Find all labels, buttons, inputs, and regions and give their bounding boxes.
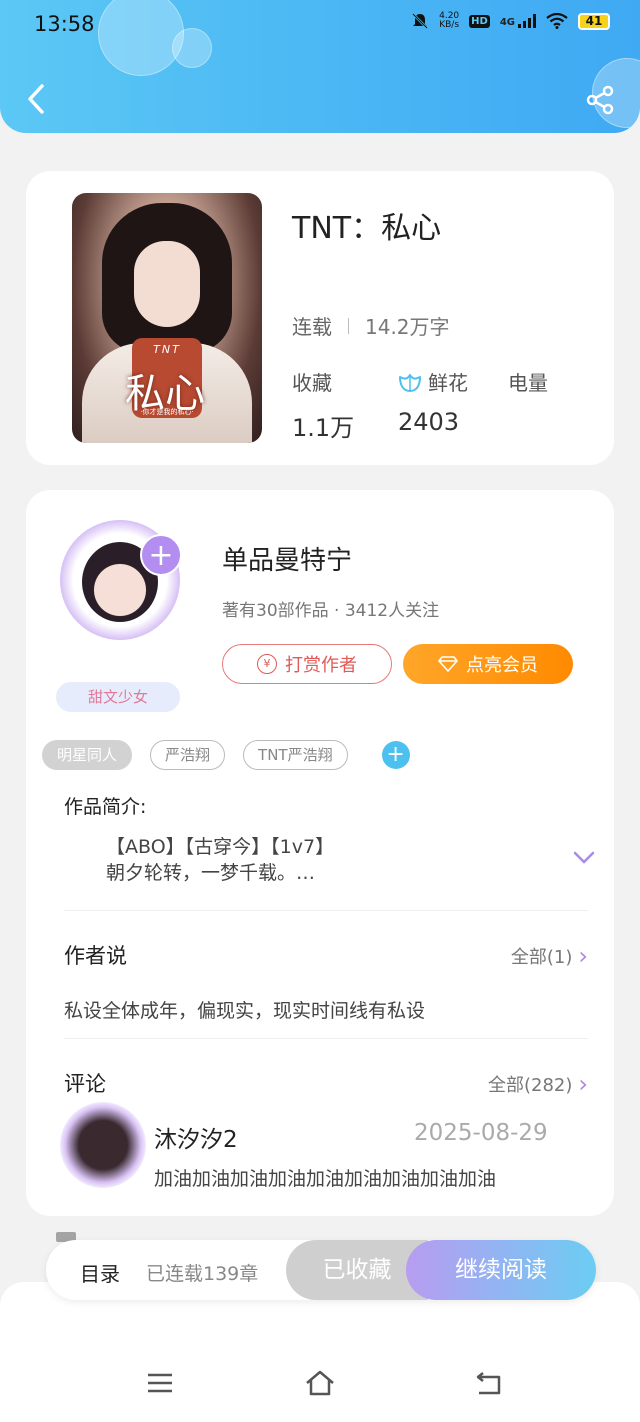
chevron-left-icon[interactable]: [22, 82, 50, 116]
author-title-badge: 甜文少女: [56, 682, 180, 712]
back-nav-icon[interactable]: [474, 1368, 504, 1398]
stat-label: 电量: [508, 371, 548, 395]
add-tag-button[interactable]: +: [381, 741, 410, 769]
book-info-card: TNT 私心 ·你才是我的私心· TNT：私心 连载 14.2万字 收藏 1.1…: [26, 171, 614, 465]
stat-collect: 收藏 1.1万: [292, 367, 354, 443]
yen-icon: ¥: [257, 654, 277, 674]
divider: [64, 1038, 588, 1039]
word-count: 14.2万字: [365, 315, 450, 339]
stat-label: 鲜花: [428, 371, 468, 395]
tag-item[interactable]: 严浩翔: [150, 740, 226, 770]
stat-value: 1.1万: [292, 414, 355, 442]
stat-label: 收藏: [292, 371, 332, 395]
author-info: 著有30部作品 · 3412人关注: [222, 601, 440, 621]
chevron-down-icon[interactable]: [572, 850, 596, 866]
author-says-more-link[interactable]: 全部(1) ›: [511, 942, 588, 970]
comment-user[interactable]: 沐汐汐2: [154, 1120, 238, 1154]
intro-line: 朝夕轮转，一梦千载。…: [106, 862, 316, 884]
comment-text[interactable]: 加油加油加油加油加油加油加油加油加油: [154, 1164, 496, 1191]
cover-subtitle: TNT: [153, 343, 181, 356]
vip-button[interactable]: 点亮会员: [403, 644, 573, 684]
author-name[interactable]: 单品曼特宁: [222, 540, 352, 577]
hd-badge: HD: [469, 14, 490, 28]
comments-title: 评论: [64, 1072, 106, 1096]
avatar[interactable]: [60, 1102, 146, 1188]
comment-date: 2025-08-29: [414, 1120, 548, 1146]
author-says-title: 作者说: [64, 944, 127, 968]
status-time: 13:58: [34, 12, 95, 36]
signal-icon: [518, 14, 536, 28]
tip-author-button[interactable]: ¥ 打赏作者: [222, 644, 392, 684]
tag-list: 明星同人 严浩翔 TNT严浩翔 +: [42, 740, 410, 770]
share-icon[interactable]: [584, 84, 616, 116]
status-bar: 13:58 4.20 KB/s HD 4G 41: [0, 0, 640, 50]
system-nav-bar: [0, 1352, 640, 1412]
chevron-right-icon: ›: [578, 1070, 588, 1098]
cover-caption: ·你才是我的私心·: [140, 408, 194, 416]
intro-label: 作品简介:: [64, 796, 147, 818]
cover-art-face: [134, 241, 200, 327]
top-header: 13:58 4.20 KB/s HD 4G 41: [0, 0, 640, 133]
net-speed-unit: KB/s: [439, 20, 460, 30]
chevron-right-icon: ›: [578, 942, 588, 970]
author-says-text: 私设全体成年，偏现实，现实时间线有私设: [64, 1000, 426, 1022]
divider: [64, 910, 588, 911]
tag-item[interactable]: 明星同人: [42, 740, 133, 770]
stat-power[interactable]: 电量: [508, 367, 548, 408]
battery-indicator: 41: [578, 12, 610, 30]
book-title: TNT：私心: [292, 211, 442, 246]
book-meta: 连载 14.2万字: [292, 311, 450, 340]
intro-line: 【ABO】【古穿今】【1v7】: [106, 836, 335, 858]
toc-button[interactable]: 目录: [80, 1258, 120, 1287]
continue-reading-button[interactable]: 继续阅读: [406, 1240, 596, 1300]
book-status: 连载: [292, 315, 332, 339]
net-speed: 4.20 KB/s: [439, 12, 459, 30]
more-label: 全部(282): [487, 1075, 573, 1096]
stat-label-row: 鲜花: [398, 367, 468, 396]
home-icon[interactable]: [304, 1368, 336, 1398]
more-label: 全部(1): [510, 947, 573, 968]
intro-text[interactable]: 【ABO】【古穿今】【1v7】 朝夕轮转，一梦千载。…: [106, 834, 334, 886]
stat-flowers[interactable]: 鲜花 2403: [398, 367, 468, 436]
status-icons: 4.20 KB/s HD 4G 41: [411, 12, 610, 30]
stat-value: 2403: [398, 408, 460, 436]
action-bar: 目录 已连载139章 已收藏 继续阅读: [46, 1240, 596, 1300]
book-detail-card: + 甜文少女 单品曼特宁 著有30部作品 · 3412人关注 ¥ 打赏作者 点亮…: [26, 490, 614, 1216]
tip-author-label: 打赏作者: [285, 655, 357, 676]
signal-indicator: 4G: [500, 14, 536, 28]
menu-icon[interactable]: [145, 1368, 175, 1398]
meta-divider: [348, 317, 349, 334]
tag-item[interactable]: TNT严浩翔: [243, 740, 348, 770]
flower-icon: [399, 373, 421, 392]
toc-status[interactable]: 已连载139章: [146, 1259, 258, 1286]
wifi-icon: [546, 13, 568, 29]
mute-icon: [412, 13, 428, 29]
comments-more-link[interactable]: 全部(282) ›: [488, 1070, 588, 1098]
vip-label: 点亮会员: [466, 655, 538, 676]
book-cover[interactable]: TNT 私心 ·你才是我的私心·: [72, 193, 262, 443]
network-type: 4G: [499, 17, 515, 28]
follow-author-button[interactable]: +: [140, 534, 182, 576]
diamond-icon: [438, 656, 458, 672]
